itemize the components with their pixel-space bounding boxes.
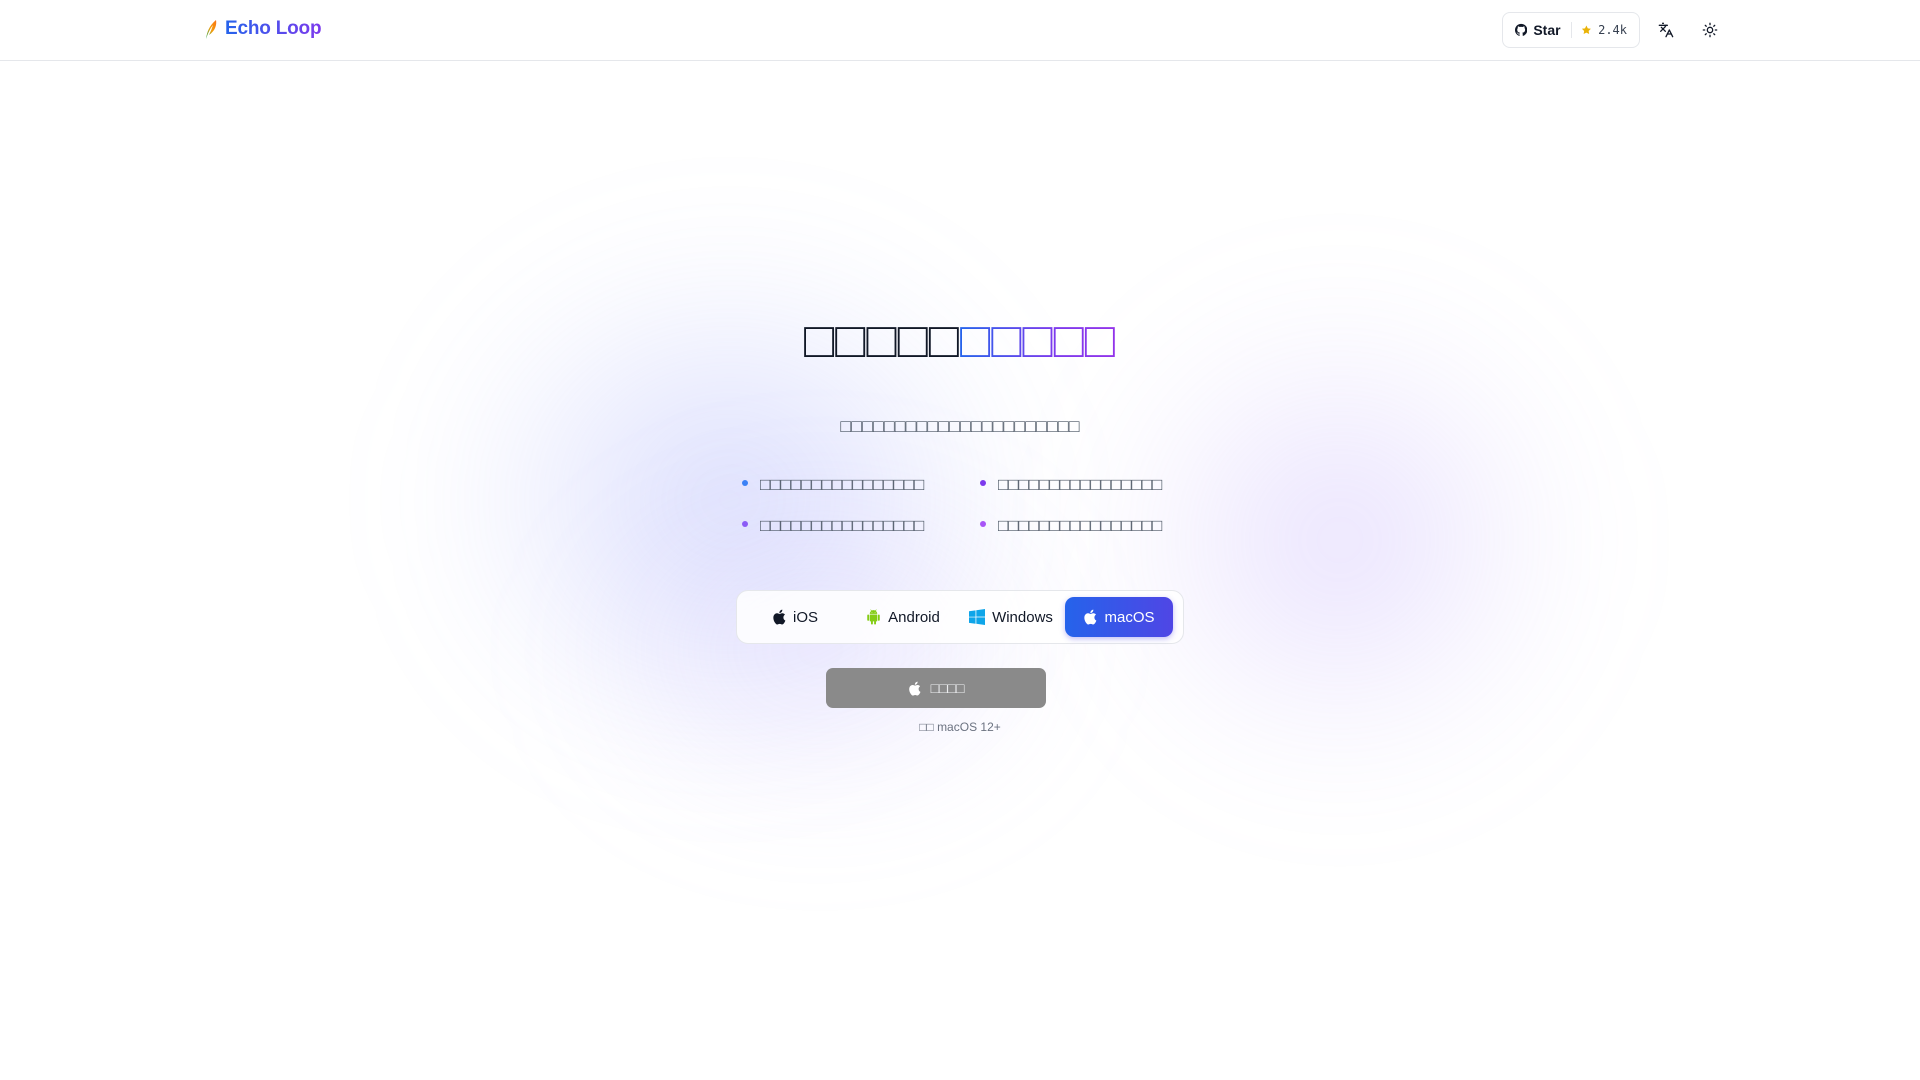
download-button[interactable]: □□□□	[826, 668, 1046, 708]
system-requirement: □□ macOS 12+	[919, 720, 1001, 734]
hero-title-part2: □□□□□	[960, 312, 1117, 368]
bullet-dot	[980, 521, 986, 527]
tab-label: macOS	[1104, 608, 1155, 626]
tab-ios[interactable]: iOS	[741, 597, 849, 637]
tab-label: Android	[888, 608, 940, 626]
feature-text: □□□□□□□□□□□□□□□□	[760, 475, 925, 494]
top-nav: Echo Loop Star 2.4k	[0, 0, 1920, 61]
github-icon	[1515, 23, 1528, 36]
bullet-dot	[742, 521, 748, 527]
hero-title-part1: □□□□□	[803, 312, 960, 368]
windows-icon	[969, 609, 986, 625]
github-star-button[interactable]: Star 2.4k	[1502, 12, 1640, 48]
star-icon	[1582, 25, 1592, 35]
apple-icon	[1084, 609, 1097, 625]
divider	[1570, 22, 1572, 38]
apple-icon	[908, 681, 921, 696]
bullet-dot	[980, 480, 986, 486]
tab-macos[interactable]: macOS	[1065, 597, 1173, 637]
quill-feather-icon	[206, 20, 217, 39]
apple-icon	[773, 609, 786, 625]
brand-name: Echo Loop	[225, 18, 322, 39]
feature-item: □□□□□□□□□□□□□□□□	[980, 515, 1218, 537]
feature-text: □□□□□□□□□□□□□□□□	[998, 475, 1163, 494]
tab-windows[interactable]: Windows	[957, 597, 1065, 637]
platform-tabs: iOS Android Windows macOS	[736, 590, 1184, 644]
bullet-dot	[742, 480, 748, 486]
translate-icon	[1658, 22, 1674, 38]
android-icon	[867, 609, 880, 625]
language-button[interactable]	[1651, 15, 1681, 45]
brand-link[interactable]: Echo Loop	[203, 18, 322, 40]
feature-item: □□□□□□□□□□□□□□□□	[742, 515, 980, 537]
github-star-label: Star	[1533, 22, 1561, 38]
tab-android[interactable]: Android	[849, 597, 957, 637]
feature-item: □□□□□□□□□□□□□□□□	[742, 474, 980, 496]
feature-item: □□□□□□□□□□□□□□□□	[980, 474, 1218, 496]
feature-list: □□□□□□□□□□□□□□□□ □□□□□□□□□□□□□□□□ □□□□□□…	[742, 474, 1182, 537]
feature-text: □□□□□□□□□□□□□□□□	[998, 516, 1163, 535]
tab-label: iOS	[792, 608, 818, 626]
hero-subtitle: □□□□□□□□□□□□□□□□□□□□□□	[840, 416, 1080, 436]
page: Echo Loop Star 2.4k □□□□□□□□□□ □□□□□□□□□…	[0, 0, 1920, 1080]
theme-toggle-button[interactable]	[1695, 15, 1725, 45]
github-star-count: 2.4k	[1598, 23, 1627, 37]
feature-text: □□□□□□□□□□□□□□□□	[760, 516, 925, 535]
tab-label: Windows	[992, 608, 1053, 626]
sun-icon	[1702, 22, 1718, 38]
hero-title: □□□□□□□□□□	[0, 312, 1920, 368]
download-label: □□□□	[930, 680, 965, 696]
